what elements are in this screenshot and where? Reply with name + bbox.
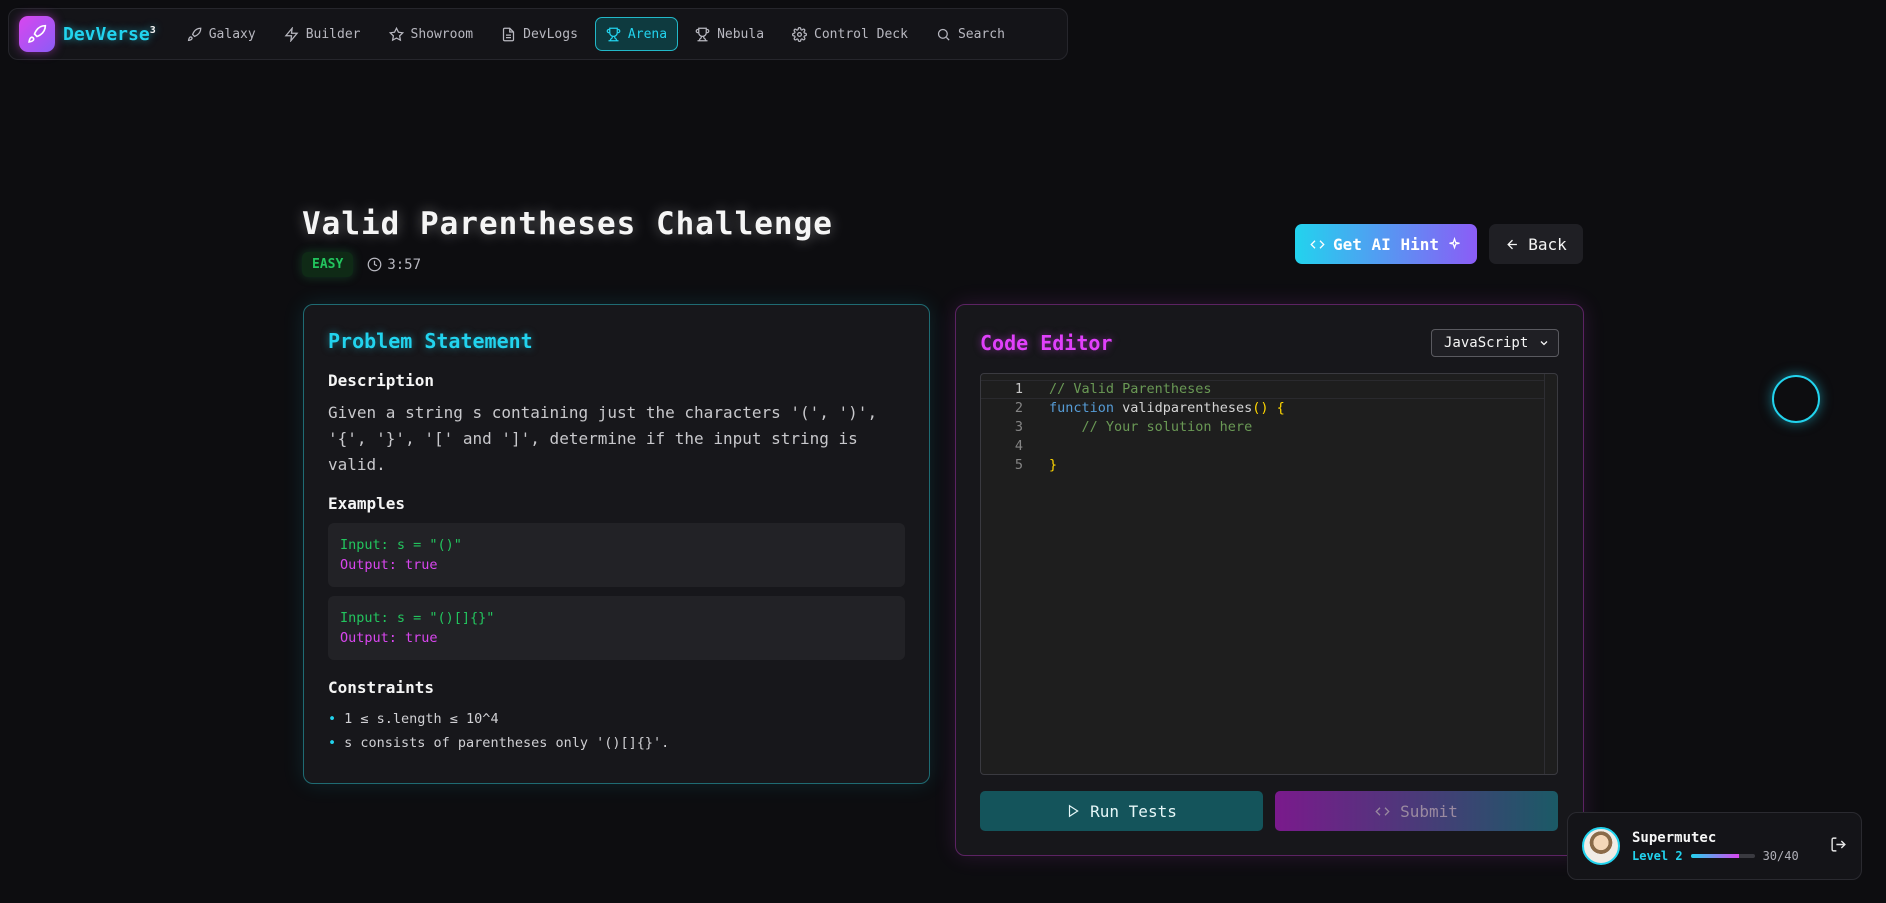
timer: 3:57	[367, 257, 421, 273]
brand[interactable]: DevVerse3	[19, 16, 156, 52]
run-tests-button[interactable]: Run Tests	[980, 791, 1263, 831]
nav-label: Galaxy	[208, 26, 256, 42]
nav-item-devlogs[interactable]: DevLogs	[490, 17, 589, 51]
xp-text: 30/40	[1762, 848, 1799, 863]
nav-item-showroom[interactable]: Showroom	[378, 17, 485, 51]
clock-icon	[367, 257, 382, 272]
nav-label: DevLogs	[523, 26, 578, 42]
nav-label: Search	[957, 26, 1005, 42]
submit-button[interactable]: Submit	[1275, 791, 1558, 831]
code-editor-panel: Code Editor JavaScript 1 // Valid Parent…	[955, 304, 1584, 856]
logout-icon	[1831, 836, 1846, 852]
nav-item-nebula[interactable]: Nebula	[684, 17, 775, 51]
code-line: 3 // Your solution here	[981, 418, 1557, 437]
language-value: JavaScript	[1444, 335, 1529, 351]
line-number: 5	[1014, 457, 1023, 473]
current-line-highlight	[981, 380, 1544, 399]
problem-heading: Problem Statement	[328, 329, 533, 353]
chevron-down-icon	[1540, 341, 1548, 346]
description-text: Given a string s containing just the cha…	[328, 403, 878, 474]
user-info: Supermutec Level 2 30/40	[1632, 830, 1818, 863]
bullet-icon: •	[328, 735, 337, 751]
line-number: 2	[1014, 400, 1023, 416]
nav-label: Control Deck	[814, 26, 908, 42]
top-navbar: DevVerse3 Galaxy Builder Showroom DevLog…	[8, 8, 1068, 60]
xp-progress-bar	[1690, 853, 1755, 858]
code-line: 2 function validparentheses() {	[981, 399, 1557, 418]
page-title: Valid Parentheses Challenge	[302, 206, 833, 242]
code-icon	[1375, 806, 1390, 816]
constraint-item: • s consists of parentheses only '()[]{}'…	[328, 731, 905, 755]
example-input: Input: s = "()[]{}"	[340, 610, 495, 626]
nav-item-search[interactable]: Search	[925, 17, 1016, 51]
nav-label: Builder	[305, 26, 361, 42]
ai-hint-label: Get AI Hint	[1333, 234, 1439, 254]
play-icon	[1069, 804, 1079, 818]
examples-heading: Examples	[328, 494, 406, 513]
example-output: Output: true	[340, 557, 438, 573]
constraint-text: 1 ≤ s.length ≤ 10^4	[344, 711, 499, 727]
code-editor[interactable]: 1 // Valid Parentheses 2 function validp…	[980, 373, 1558, 775]
search-icon	[937, 28, 950, 41]
constraint-text: s consists of parentheses only '()[]{}'.	[344, 735, 670, 751]
cursor-ring	[1772, 375, 1820, 423]
code-text: }	[1049, 457, 1058, 473]
line-number: 3	[1014, 419, 1023, 435]
code-text: // Your solution here	[1049, 419, 1253, 435]
brand-name: DevVerse3	[63, 23, 156, 45]
arrow-left-icon	[1507, 239, 1518, 249]
nav-item-builder[interactable]: Builder	[273, 17, 372, 51]
example-output: Output: true	[340, 630, 438, 646]
user-level: Level 2	[1632, 848, 1683, 863]
rocket-icon	[187, 27, 202, 41]
difficulty-badge: EASY	[302, 252, 354, 277]
constraint-item: • 1 ≤ s.length ≤ 10^4	[328, 707, 905, 731]
example-block: Input: s = "()[]{}" Output: true	[328, 596, 905, 660]
challenge-meta: EASY 3:57	[302, 252, 421, 277]
user-name: Supermutec	[1632, 829, 1717, 846]
nav-item-control-deck[interactable]: Control Deck	[781, 17, 919, 51]
sparkles-icon	[1449, 236, 1460, 250]
line-number: 4	[1014, 438, 1023, 454]
trophy-icon	[695, 27, 710, 41]
editor-actions: Run Tests Submit	[980, 791, 1559, 831]
nav-item-galaxy[interactable]: Galaxy	[176, 17, 267, 51]
user-level-row: Level 2 30/40	[1632, 849, 1818, 863]
nav-label: Arena	[627, 26, 668, 42]
language-select[interactable]: JavaScript	[1431, 329, 1559, 357]
nav-label: Nebula	[717, 26, 765, 42]
file-icon	[503, 27, 515, 41]
timer-value: 3:57	[387, 256, 422, 273]
code-line: 4	[981, 437, 1557, 456]
code-icon	[1310, 239, 1325, 249]
avatar[interactable]	[1582, 827, 1620, 865]
editor-header: Code Editor JavaScript	[980, 329, 1559, 357]
star-icon	[388, 26, 404, 41]
bullet-icon: •	[328, 711, 337, 727]
nav-item-arena[interactable]: Arena	[594, 17, 679, 51]
rocket-logo-icon	[19, 16, 55, 52]
back-button[interactable]: Back	[1489, 224, 1583, 264]
xp-progress-fill	[1690, 853, 1739, 858]
zap-icon	[284, 26, 299, 42]
gear-icon	[792, 26, 807, 42]
back-label: Back	[1528, 234, 1567, 254]
user-card: Supermutec Level 2 30/40	[1567, 812, 1862, 880]
run-tests-label: Run Tests	[1090, 801, 1177, 821]
example-block: Input: s = "()" Output: true	[328, 523, 905, 587]
code-text: function validparentheses() {	[1049, 400, 1285, 416]
ai-hint-button[interactable]: Get AI Hint	[1295, 224, 1477, 264]
constraints-heading: Constraints	[328, 678, 434, 697]
problem-statement-panel: Problem Statement Description Given a st…	[303, 304, 930, 784]
submit-label: Submit	[1400, 801, 1458, 821]
example-input: Input: s = "()"	[340, 537, 462, 553]
description-heading: Description	[328, 371, 434, 390]
trophy-icon	[606, 27, 621, 41]
editor-heading: Code Editor	[980, 331, 1113, 355]
logout-button[interactable]	[1830, 836, 1847, 857]
nav-label: Showroom	[410, 26, 474, 42]
code-line: 5 }	[981, 456, 1557, 475]
editor-scrollbar[interactable]	[1544, 374, 1545, 774]
